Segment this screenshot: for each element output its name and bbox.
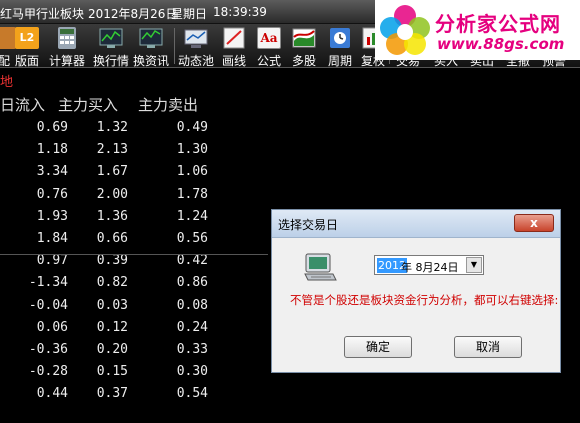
- toolbar-button-quotes[interactable]: 换行情: [91, 26, 131, 68]
- table-cell: 1.67: [96, 164, 128, 180]
- table-cell: 1.32: [96, 120, 128, 135]
- dialog-title-bar[interactable]: 选择交易日 x: [272, 210, 560, 238]
- table-cell: 0.03: [96, 297, 128, 313]
- toolbar-label: 换行情: [92, 54, 129, 68]
- period-icon: [328, 27, 352, 49]
- table-cell: 0.08: [176, 297, 208, 313]
- table-cell: 0.86: [176, 275, 208, 291]
- sector-row: 地: [0, 69, 580, 90]
- table-cell: 0.37: [96, 386, 128, 402]
- table-cell: 0.12: [96, 319, 128, 335]
- table-cell: 1.36: [96, 208, 128, 224]
- toolbar-button-draw-line[interactable]: 画线: [218, 26, 250, 68]
- table-cell: 0.49: [176, 120, 208, 135]
- toolbar-label: 多股: [291, 54, 316, 68]
- table-cell: 0.39: [96, 253, 128, 269]
- table-cell: 0.42: [176, 253, 208, 269]
- toolbar-label: 换资讯: [132, 54, 169, 68]
- calculator-icon: [55, 27, 79, 49]
- table-cell: 2.13: [96, 142, 128, 158]
- toolbar-button-period[interactable]: 周期: [324, 26, 356, 68]
- table-cell: 2.00: [96, 186, 128, 202]
- draw-line-icon: [222, 27, 246, 49]
- toolbar-label: 计算器: [48, 54, 85, 68]
- select-trade-day-dialog: 选择交易日 x 2012 年 8月24日 ▼ 不管是个股还是板块资金行为分析，都…: [271, 209, 561, 373]
- date-month-day[interactable]: 年 8月24日: [401, 259, 459, 275]
- watermark-url: www.88gs.com: [437, 35, 565, 53]
- window-title: 红马甲行业板块: [0, 7, 85, 21]
- table-cell: 0.33: [176, 342, 208, 357]
- table-cell: 0.56: [176, 231, 208, 246]
- title-time: 18:39:39: [213, 5, 267, 19]
- watermark-logo: 分析家公式网 www.88gs.com: [375, 0, 580, 60]
- toolbar-label: 公式: [256, 54, 281, 68]
- toolbar-button-multi-stock[interactable]: 多股: [288, 26, 320, 68]
- watermark-title: 分析家公式网: [435, 12, 561, 36]
- quotes-switch-icon: [99, 27, 123, 49]
- toolbar-button-formula[interactable]: Aa 公式: [253, 26, 285, 68]
- news-switch-icon: [139, 27, 163, 49]
- date-picker[interactable]: 2012 年 8月24日 ▼: [374, 255, 484, 275]
- ok-button[interactable]: 确定: [344, 336, 412, 358]
- table-cell: 0.66: [96, 231, 128, 246]
- table-cell: 1.06: [176, 164, 208, 180]
- toolbar-label: 版面: [14, 54, 39, 68]
- computer-icon: [304, 253, 337, 281]
- flower-logo-icon: [380, 5, 430, 55]
- table-cell: 1.24: [176, 208, 208, 224]
- toolbar-button-dynamic-pool[interactable]: 动态池: [176, 26, 216, 68]
- column-header-inflow[interactable]: 日流入: [0, 94, 45, 115]
- toolbar-label: 画线: [221, 54, 246, 68]
- column-header-main-buy[interactable]: 主力买入: [58, 94, 118, 115]
- table-cell: 0.15: [96, 364, 128, 380]
- table-cell: 1.30: [176, 142, 208, 158]
- column-header-main-sell[interactable]: 主力卖出: [138, 94, 198, 115]
- sector-label[interactable]: 地: [0, 71, 13, 90]
- toolbar-button-calculator[interactable]: 计算器: [46, 26, 88, 68]
- title-weekday: 星期日: [171, 7, 208, 21]
- close-button[interactable]: x: [514, 214, 554, 232]
- toolbar-label: 动态池: [177, 54, 214, 68]
- table-cell: 0.30: [176, 364, 208, 380]
- toolbar-button-layout[interactable]: L2 版面: [13, 26, 41, 68]
- formula-icon: Aa: [257, 27, 281, 49]
- chevron-down-icon[interactable]: ▼: [466, 257, 482, 273]
- dialog-title: 选择交易日: [278, 218, 339, 232]
- toolbar-label: 周期: [327, 54, 352, 68]
- title-date: 2012年8月26日: [88, 7, 178, 21]
- table-cell: 1.78: [176, 186, 208, 202]
- dialog-hint: 不管是个股还是板块资金行为分析，都可以右键选择:: [290, 293, 559, 307]
- toolbar-separator: [174, 28, 175, 64]
- dialog-body: 2012 年 8月24日 ▼ 不管是个股还是板块资金行为分析，都可以右键选择: …: [276, 242, 559, 368]
- table-cell: 0.20: [96, 342, 128, 357]
- dynamic-pool-icon: [184, 27, 208, 49]
- multi-stock-icon: [292, 27, 316, 49]
- cancel-button[interactable]: 取消: [454, 336, 522, 358]
- table-cell: 0.82: [96, 275, 128, 291]
- table-cell: 0.24: [176, 319, 208, 335]
- toolbar-button-news[interactable]: 换资讯: [131, 26, 171, 68]
- row-divider: [0, 254, 268, 255]
- table-cell: 0.54: [176, 386, 208, 402]
- layout-l2-icon: L2: [15, 27, 39, 49]
